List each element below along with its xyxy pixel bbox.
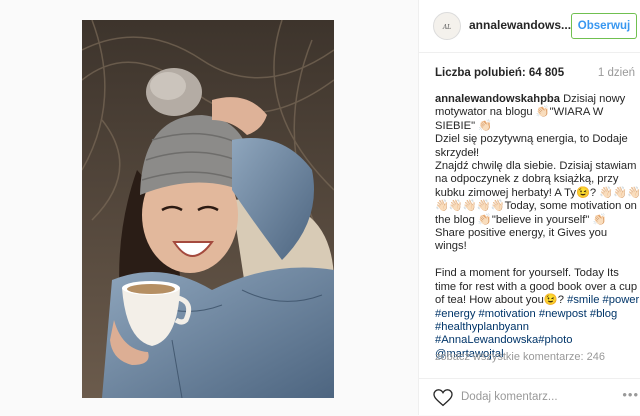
avatar[interactable]: AL xyxy=(433,12,461,40)
post-caption: annalewandowskahpba Dzisiaj nowy motywat… xyxy=(435,93,640,361)
avatar-icon: AL xyxy=(442,24,451,31)
post-side-panel: AL annalewandows... Obserwuj Liczba polu… xyxy=(418,0,640,415)
photo-area xyxy=(0,0,418,415)
username-link[interactable]: annalewandows... xyxy=(469,18,571,32)
post-header: AL annalewandows... Obserwuj xyxy=(419,0,640,53)
post-photo-illustration xyxy=(82,20,334,398)
likes-count[interactable]: Liczba polubień: 64 805 xyxy=(435,67,564,79)
post-time[interactable]: 1 dzień xyxy=(598,67,635,79)
post-photo[interactable] xyxy=(82,20,334,398)
caption-text: Dzisiaj nowy motywator na blogu 👏🏻"WIARA… xyxy=(435,93,640,307)
heart-icon[interactable] xyxy=(433,389,453,407)
view-all-comments-link[interactable]: zobacz wszystkie komentarze: 246 xyxy=(435,351,605,363)
caption-username[interactable]: annalewandowskahpba xyxy=(435,93,560,105)
follow-button[interactable]: Obserwuj xyxy=(571,13,637,39)
more-options-icon[interactable]: ••• xyxy=(622,387,639,402)
svg-text:AL: AL xyxy=(442,24,451,31)
comment-input[interactable] xyxy=(461,388,621,406)
comment-bar: ••• xyxy=(419,378,640,416)
